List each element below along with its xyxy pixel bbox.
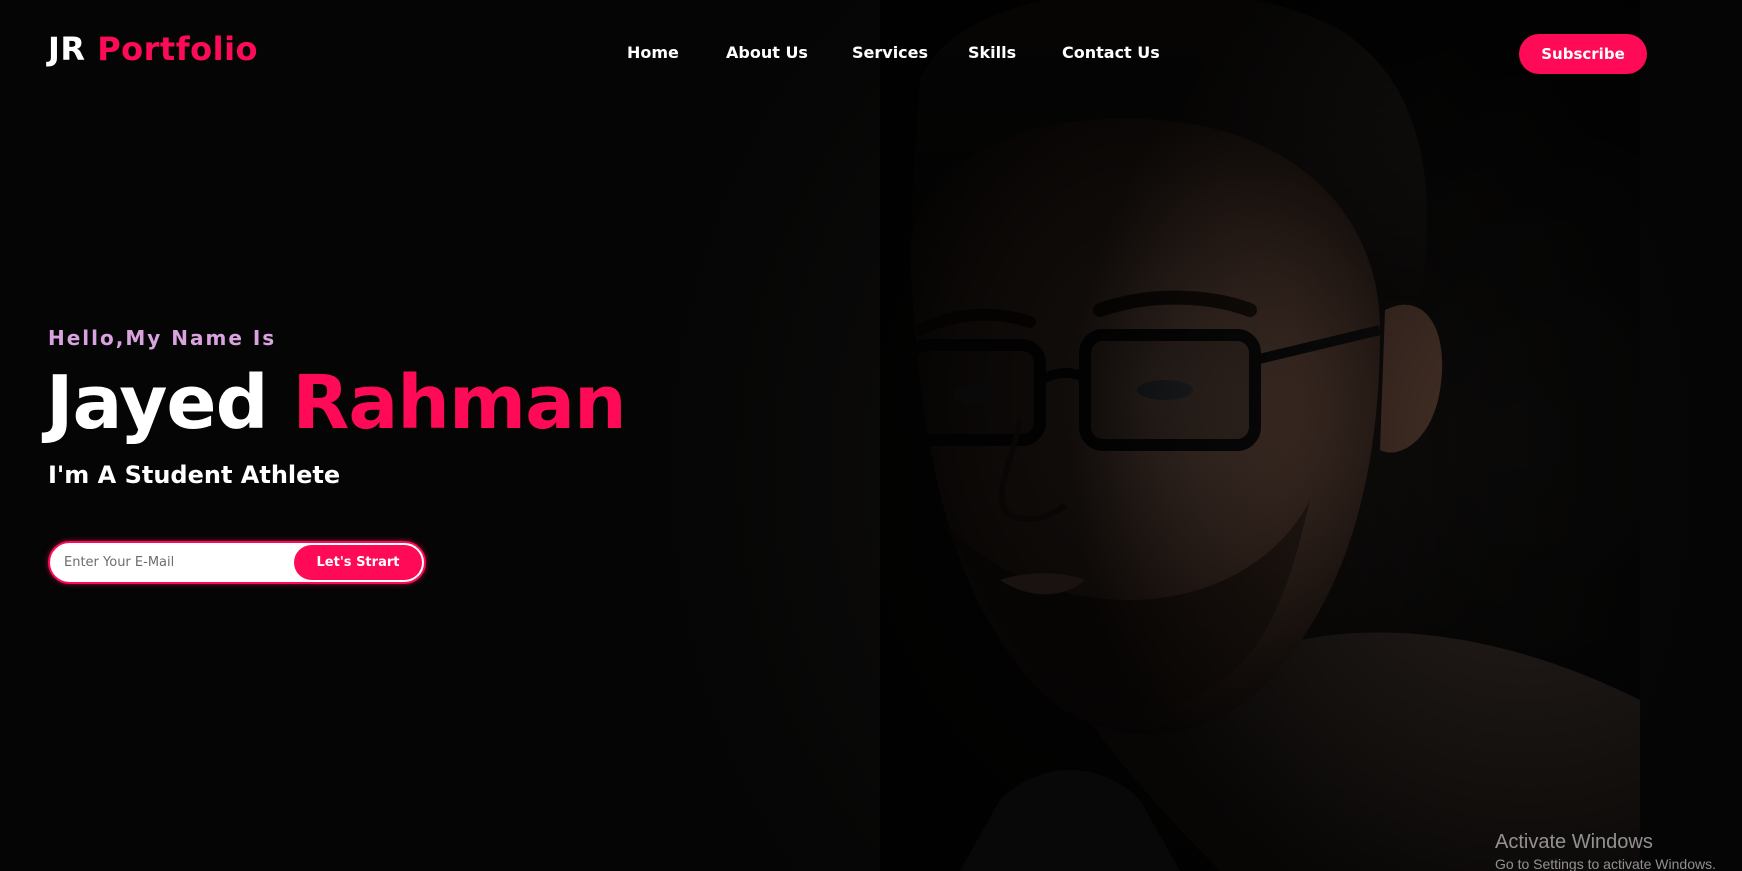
logo-initials: JR [48, 30, 86, 68]
logo-word: Portfolio [97, 30, 259, 68]
hero-tagline: I'm A Student Athlete [48, 461, 341, 489]
nav-skills[interactable]: Skills [968, 43, 1016, 62]
hero-greeting: Hello,My Name Is [48, 326, 277, 350]
windows-activation-watermark: Activate Windows Go to Settings to activ… [1495, 831, 1716, 871]
portrait-image [880, 0, 1640, 871]
email-signup-form: Let's Strart [48, 541, 426, 584]
nav-home[interactable]: Home [627, 43, 679, 62]
navbar: JR Portfolio Home About Us Services Skil… [0, 0, 1742, 104]
hero-first-name: Jayed [46, 360, 269, 446]
watermark-title: Activate Windows [1495, 831, 1653, 853]
site-logo[interactable]: JR Portfolio [48, 30, 258, 68]
nav-services[interactable]: Services [852, 43, 928, 62]
lets-start-button[interactable]: Let's Strart [294, 545, 422, 580]
hero-name: Jayed Rahman [46, 358, 627, 448]
subscribe-button[interactable]: Subscribe [1519, 34, 1647, 74]
portrait-illustration [880, 0, 1640, 871]
hero-last-name: Rahman [292, 360, 626, 446]
email-input[interactable] [64, 543, 294, 582]
watermark-subtitle: Go to Settings to activate Windows. [1495, 856, 1716, 871]
nav-contact-us[interactable]: Contact Us [1062, 43, 1160, 62]
nav-about-us[interactable]: About Us [726, 43, 808, 62]
